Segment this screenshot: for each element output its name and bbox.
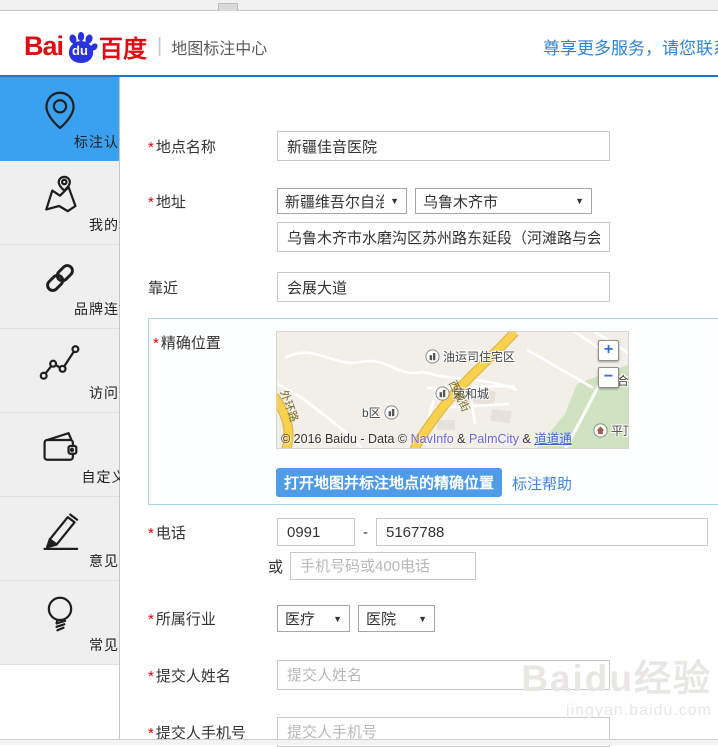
daodaotong-link[interactable]: 道道通 <box>534 432 572 446</box>
phone-label: * 电话 <box>148 524 186 542</box>
sidebar-item-brand-chain[interactable]: 品牌连锁认证 <box>0 245 163 329</box>
baidu-logo[interactable]: Bai du 百度 | 地图标注中心 <box>24 29 267 64</box>
navinfo-link[interactable]: NavInfo <box>411 432 454 446</box>
nearby-input[interactable] <box>277 272 610 302</box>
map-attribution: © 2016 Baidu - Data © NavInfo & PalmCity… <box>281 432 572 446</box>
landmark-poi-icon <box>593 423 608 438</box>
page-title: 地图标注中心 <box>171 40 268 58</box>
map-poi: 油运司住宅区 <box>425 348 515 365</box>
annotation-help-link[interactable]: 标注帮助 <box>512 473 572 494</box>
required-marker: * <box>153 335 159 352</box>
chevron-down-icon: ▼ <box>575 196 584 206</box>
map-poi: b区 <box>362 404 399 421</box>
map-zoom-in-button[interactable]: + <box>598 340 619 361</box>
submitter-name-input[interactable] <box>277 660 610 690</box>
nearby-label: 靠近 <box>148 279 179 297</box>
phone-dash: - <box>363 523 368 541</box>
industry-subcategory-value: 医院 <box>366 611 397 628</box>
open-map-button[interactable]: 打开地图并标注地点的精确位置 <box>276 468 502 497</box>
wallet-icon <box>0 420 119 472</box>
location-pin-icon <box>0 84 119 136</box>
sidebar-item-visit-heat[interactable]: 访问热度 <box>0 329 148 413</box>
industry-subcategory-select[interactable]: 医院 ▼ <box>358 605 435 632</box>
map-preview: 油运司住宅区 荣和城 b区 平顶 综合 西城街 外环路 + − <box>276 331 629 449</box>
alt-phone-input[interactable] <box>290 552 477 580</box>
province-select[interactable]: 新疆维吾尔自治区 ▼ <box>277 188 407 214</box>
industry-category-select[interactable]: 医疗 ▼ <box>277 605 350 632</box>
sidebar-item-faq[interactable]: 常见问题 <box>0 581 148 665</box>
browser-tab-nub <box>218 3 238 11</box>
horizontal-scrollbar[interactable] <box>0 739 718 745</box>
required-marker: * <box>148 138 154 156</box>
building-poi-icon <box>425 349 440 364</box>
city-value: 乌鲁木齐市 <box>423 193 499 211</box>
chevron-down-icon: ▼ <box>333 613 342 624</box>
logo-text-cn: 百度 <box>99 36 148 63</box>
industry-label: * 所属行业 <box>148 611 216 628</box>
required-marker: * <box>148 524 154 542</box>
precise-location-panel: * 精确位置 油运司住宅区 荣和城 b区 平 西城街 外环路 + − © 201… <box>148 318 718 505</box>
industry-category-value: 医疗 <box>285 611 316 628</box>
sidebar: 标注认领地点 我的地点 品牌连锁认证 访问热度 自定义功能 意见反馈 常见问题 <box>0 77 163 745</box>
chain-link-icon <box>0 252 119 304</box>
chevron-down-icon: ▼ <box>418 613 427 624</box>
required-marker: * <box>148 667 154 685</box>
map-icon <box>0 168 119 220</box>
service-contact-link[interactable]: 尊享更多服务，请您联系 <box>543 34 718 59</box>
annotation-form: *地点名称 *地址 新疆维吾尔自治区 ▼ 乌鲁木齐市 ▼ 靠近 *精确位置 <box>120 77 718 747</box>
required-marker: * <box>148 611 154 628</box>
required-marker: * <box>148 193 154 211</box>
address-label: * 地址 <box>148 193 186 211</box>
browser-top-strip <box>0 0 718 11</box>
or-label: 或 <box>268 558 284 576</box>
logo-divider: | <box>157 35 163 57</box>
sidebar-item-feedback[interactable]: 意见反馈 <box>0 497 148 581</box>
palmcity-link[interactable]: PalmCity <box>469 432 519 446</box>
logo-text-du: du <box>72 42 88 58</box>
baidu-paw-icon: du <box>64 30 98 64</box>
address-detail-input[interactable] <box>277 222 610 252</box>
lightbulb-icon <box>0 588 119 640</box>
area-code-input[interactable] <box>277 518 355 546</box>
chevron-down-icon: ▼ <box>390 196 399 206</box>
map-zoom-out-button[interactable]: − <box>598 367 619 388</box>
place-name-label: * 地点名称 <box>148 138 216 156</box>
sidebar-item-custom-features[interactable]: 自定义功能 <box>0 413 156 497</box>
logo-text-bai: Bai <box>24 31 64 61</box>
sidebar-item-my-places[interactable]: 我的地点 <box>0 161 148 245</box>
place-name-input[interactable] <box>277 131 610 161</box>
precise-location-label: * 精确位置 <box>153 335 221 352</box>
sidebar-item-claim-place[interactable]: 标注认领地点 <box>0 77 163 161</box>
map-poi: 平顶 <box>593 422 628 439</box>
city-select[interactable]: 乌鲁木齐市 ▼ <box>415 188 592 214</box>
header: Bai du 百度 | 地图标注中心 尊享更多服务，请您联系 <box>0 12 718 77</box>
line-chart-icon <box>0 336 119 388</box>
pencil-icon <box>0 504 119 556</box>
building-poi-icon <box>384 405 399 420</box>
phone-number-input[interactable] <box>376 518 708 546</box>
submitter-name-label: * 提交人姓名 <box>148 667 231 685</box>
province-value: 新疆维吾尔自治区 <box>285 193 385 211</box>
